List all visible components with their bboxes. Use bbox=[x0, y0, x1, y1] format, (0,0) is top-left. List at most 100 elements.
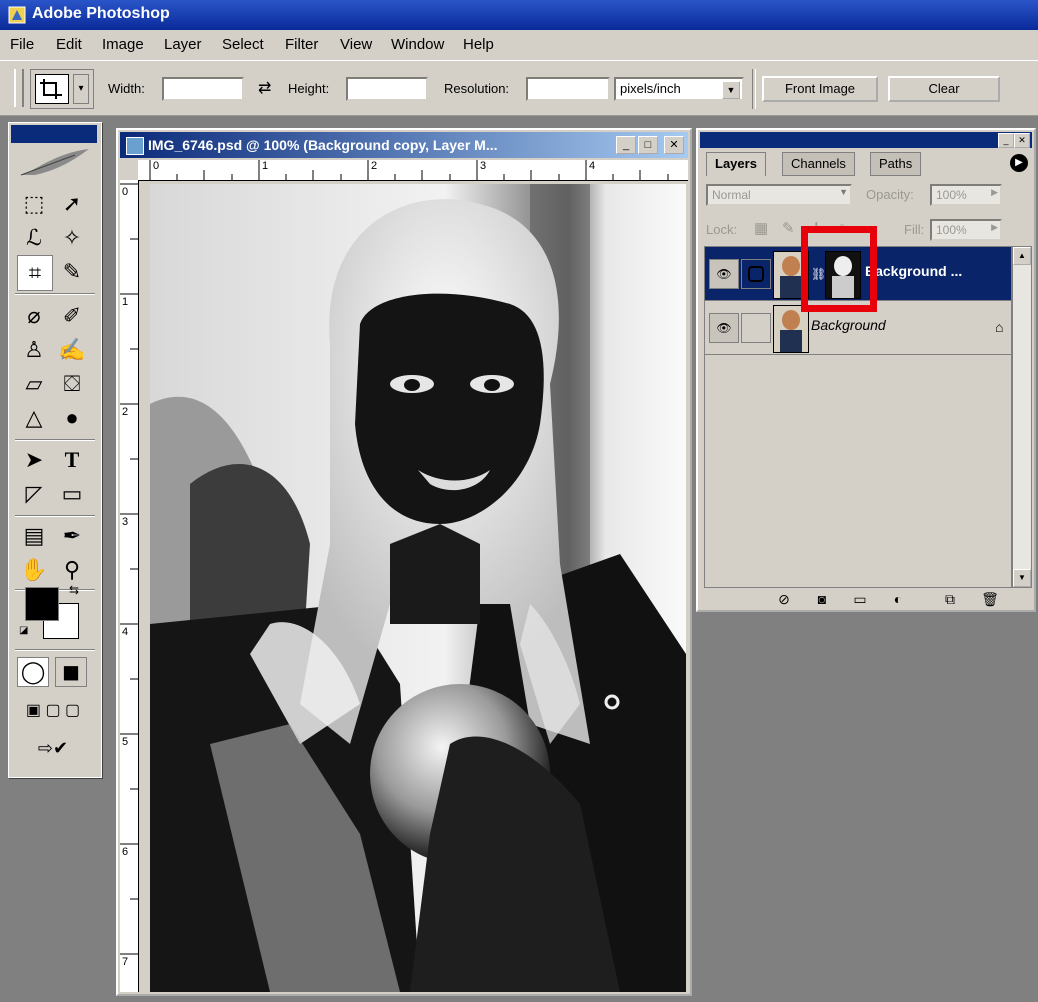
clone-stamp-tool-icon[interactable]: ♙ bbox=[17, 333, 51, 367]
fill-value: 100% bbox=[936, 223, 967, 237]
options-bar: ▾ Width: ⇄ Height: Resolution: pixels/in… bbox=[0, 61, 1038, 116]
tab-channels[interactable]: Channels bbox=[782, 152, 855, 176]
eye-icon[interactable]: 👁︎ bbox=[709, 313, 739, 343]
image-canvas[interactable] bbox=[150, 184, 686, 992]
healing-brush-tool-icon[interactable]: ⌀ bbox=[17, 299, 51, 333]
scroll-down-icon[interactable]: ▼ bbox=[1013, 569, 1031, 587]
new-layer-icon[interactable]: ⧉ bbox=[940, 590, 960, 608]
adjustment-layer-icon[interactable]: ◐ bbox=[888, 590, 908, 608]
chevron-right-icon[interactable]: ▶ bbox=[991, 222, 998, 233]
menu-help[interactable]: Help bbox=[463, 36, 494, 53]
quick-mask-mode-icon[interactable]: ◼ bbox=[55, 657, 87, 687]
magic-wand-tool-icon[interactable]: ✧ bbox=[55, 221, 89, 255]
scroll-up-icon[interactable]: ▲ bbox=[1013, 247, 1031, 265]
slice-tool-icon[interactable]: ✎ bbox=[55, 255, 89, 289]
panel-menu-icon[interactable]: ▶ bbox=[1010, 154, 1028, 172]
swap-colors-icon[interactable]: ⇆ bbox=[69, 583, 79, 597]
crop-tool-icon[interactable]: ⌗ bbox=[17, 255, 53, 291]
jump-to-imageready-icon[interactable]: ⇨✔ bbox=[15, 733, 91, 763]
menu-layer[interactable]: Layer bbox=[164, 36, 202, 53]
chevron-down-icon[interactable]: ▼ bbox=[722, 81, 740, 99]
blur-tool-icon[interactable]: △ bbox=[17, 401, 51, 435]
rectangle-tool-icon[interactable]: ▭ bbox=[55, 477, 89, 511]
menu-filter[interactable]: Filter bbox=[285, 36, 318, 53]
app-title: Adobe Photoshop bbox=[32, 5, 170, 22]
layer-name[interactable]: Background bbox=[811, 317, 886, 333]
resolution-unit-value: pixels/inch bbox=[620, 81, 681, 96]
feather-logo-icon[interactable] bbox=[15, 145, 93, 181]
resolution-field[interactable] bbox=[526, 77, 610, 101]
menu-view[interactable]: View bbox=[340, 36, 372, 53]
highlight-box bbox=[801, 226, 877, 312]
foreground-color-swatch[interactable] bbox=[25, 587, 59, 621]
clear-button[interactable]: Clear bbox=[888, 76, 1000, 102]
eye-icon[interactable]: 👁︎ bbox=[709, 259, 739, 289]
opacity-field[interactable]: 100% ▶ bbox=[930, 184, 1002, 206]
opacity-label: Opacity: bbox=[866, 187, 914, 202]
resolution-unit-select[interactable]: pixels/inch ▼ bbox=[614, 77, 744, 101]
add-mask-icon[interactable]: ◙ bbox=[812, 590, 832, 608]
layer-thumbnail[interactable] bbox=[773, 305, 809, 353]
tab-layers[interactable]: Layers bbox=[706, 152, 766, 176]
lock-image-icon[interactable]: ✎ bbox=[782, 219, 795, 237]
chevron-down-icon[interactable]: ▼ bbox=[839, 187, 848, 197]
front-image-button[interactable]: Front Image bbox=[762, 76, 878, 102]
document-window: IMG_6746.psd @ 100% (Background copy, La… bbox=[116, 128, 692, 996]
ruler-label: 6 bbox=[122, 846, 129, 858]
tab-paths[interactable]: Paths bbox=[870, 152, 922, 176]
menu-file[interactable]: File bbox=[10, 36, 34, 53]
maximize-icon[interactable]: □ bbox=[638, 136, 658, 154]
marquee-tool-icon[interactable]: ⬚ bbox=[17, 187, 51, 221]
menu-edit[interactable]: Edit bbox=[56, 36, 82, 53]
notes-tool-icon[interactable]: ▤ bbox=[17, 519, 51, 553]
minimize-icon[interactable]: _ bbox=[616, 136, 636, 154]
fill-field[interactable]: 100% ▶ bbox=[930, 219, 1002, 241]
paint-bucket-tool-icon[interactable]: ⛋ bbox=[55, 367, 89, 401]
toolbox-title-bar[interactable] bbox=[11, 125, 97, 143]
chevron-right-icon[interactable]: ▶ bbox=[991, 187, 998, 198]
menu-select[interactable]: Select bbox=[222, 36, 264, 53]
width-field[interactable] bbox=[162, 77, 244, 101]
lasso-tool-icon[interactable]: ℒ bbox=[17, 221, 51, 255]
layer-style-icon[interactable]: ⊘ bbox=[774, 590, 794, 608]
swap-icon[interactable]: ⇄ bbox=[258, 78, 271, 98]
document-title: IMG_6746.psd @ 100% (Background copy, La… bbox=[148, 137, 498, 153]
ruler-label: 2 bbox=[371, 160, 378, 172]
height-label: Height: bbox=[288, 81, 330, 96]
hand-tool-icon[interactable]: ✋ bbox=[17, 553, 51, 587]
layer-name[interactable]: Background ... bbox=[865, 263, 962, 279]
options-grip[interactable] bbox=[14, 69, 24, 107]
tool-preset-picker[interactable]: ▾ bbox=[30, 69, 94, 109]
pen-tool-icon[interactable]: ◸ bbox=[17, 477, 51, 511]
eyedropper-tool-icon[interactable]: ✒ bbox=[55, 519, 89, 553]
chevron-down-icon[interactable]: ▾ bbox=[73, 74, 89, 104]
layer-mask-link-icon[interactable] bbox=[741, 259, 771, 289]
width-label: Width: bbox=[108, 81, 145, 96]
layers-scrollbar[interactable]: ▲ ▼ bbox=[1012, 246, 1032, 588]
type-tool-icon[interactable]: T bbox=[55, 443, 89, 477]
blend-mode-select[interactable]: Normal ▼ bbox=[706, 184, 852, 206]
brush-tool-icon[interactable]: ✐ bbox=[55, 299, 89, 333]
menu-window[interactable]: Window bbox=[391, 36, 444, 53]
panel-title-bar[interactable]: _ ✕ bbox=[700, 132, 1032, 148]
layer-link-box[interactable] bbox=[741, 313, 771, 343]
move-tool-icon[interactable]: ➚ bbox=[55, 187, 89, 221]
document-title-bar[interactable]: IMG_6746.psd @ 100% (Background copy, La… bbox=[120, 132, 688, 158]
trash-icon[interactable]: 🗑︎ bbox=[980, 590, 1000, 608]
close-icon[interactable]: ✕ bbox=[1014, 133, 1030, 148]
dodge-tool-icon[interactable]: ● bbox=[55, 401, 89, 435]
new-group-icon[interactable]: ▭ bbox=[850, 590, 870, 608]
zoom-tool-icon[interactable]: ⚲ bbox=[55, 553, 89, 587]
ruler-label: 5 bbox=[122, 736, 129, 748]
lock-transparency-icon[interactable]: ▦ bbox=[754, 219, 768, 237]
minimize-icon[interactable]: _ bbox=[998, 133, 1014, 148]
history-brush-tool-icon[interactable]: ✍ bbox=[55, 333, 89, 367]
height-field[interactable] bbox=[346, 77, 428, 101]
close-icon[interactable]: ✕ bbox=[664, 136, 684, 154]
menu-image[interactable]: Image bbox=[102, 36, 144, 53]
screen-mode-icons[interactable]: ▣ ▢ ▢ bbox=[15, 699, 91, 723]
default-colors-icon[interactable]: ◪ bbox=[19, 625, 28, 636]
standard-mode-icon[interactable]: ◯ bbox=[17, 657, 49, 687]
eraser-tool-icon[interactable]: ▱ bbox=[17, 367, 51, 401]
path-selection-tool-icon[interactable]: ➤ bbox=[17, 443, 51, 477]
